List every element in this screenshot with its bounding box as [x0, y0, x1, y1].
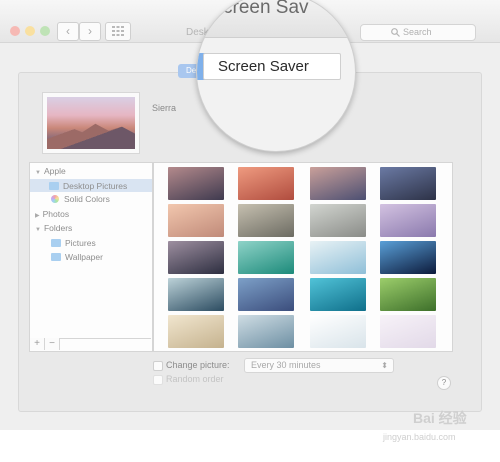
wallpaper-thumbnail[interactable] — [168, 167, 224, 200]
change-interval-select[interactable]: Every 30 minutes ⬍ — [244, 358, 394, 373]
random-order-checkbox[interactable] — [153, 375, 163, 385]
wallpaper-thumbnail[interactable] — [380, 315, 436, 348]
chevron-right-icon: › — [88, 24, 92, 38]
zoom-window-button[interactable] — [40, 26, 50, 36]
wallpaper-thumbnail[interactable] — [380, 241, 436, 274]
watermark: Bai 经验 jingyan.baidu.com — [383, 408, 495, 448]
wallpaper-thumbnail[interactable] — [380, 167, 436, 200]
wallpaper-thumbnail[interactable] — [168, 315, 224, 348]
interval-value: Every 30 minutes — [251, 360, 321, 370]
sidebar-item-folders[interactable]: ▼ Folders — [35, 223, 72, 233]
tab-screen-saver[interactable]: Screen Saver — [203, 53, 341, 80]
wallpaper-thumbnail[interactable] — [310, 241, 366, 274]
current-desktop-preview — [42, 92, 140, 154]
sidebar-item-photos[interactable]: ▶ Photos — [35, 209, 69, 219]
wallpaper-thumbnail[interactable] — [168, 241, 224, 274]
sidebar-item-desktop-pictures[interactable]: Desktop Pictures — [30, 179, 152, 192]
random-order-label: Random order — [166, 374, 224, 384]
wallpaper-thumbnail[interactable] — [168, 204, 224, 237]
disclosure-closed-icon: ▶ — [35, 213, 40, 219]
sidebar-item-pictures[interactable]: Pictures — [51, 238, 96, 248]
wallpaper-grid — [153, 162, 453, 352]
watermark-brand: Bai 经验 — [413, 410, 467, 426]
close-window-button[interactable] — [10, 26, 20, 36]
wallpaper-thumbnail[interactable] — [310, 315, 366, 348]
change-picture-checkbox[interactable] — [153, 361, 163, 371]
change-picture-label: Change picture: — [166, 360, 230, 370]
wallpaper-thumbnail[interactable] — [310, 278, 366, 311]
search-field[interactable]: Search — [360, 24, 476, 41]
chevron-left-icon: ‹ — [66, 24, 70, 38]
forward-button[interactable]: › — [79, 22, 101, 41]
search-placeholder: Search — [403, 27, 432, 37]
wallpaper-thumbnail[interactable] — [238, 204, 294, 237]
up-down-arrows-icon: ⬍ — [381, 361, 388, 370]
watermark-url: jingyan.baidu.com — [383, 432, 456, 442]
back-button[interactable]: ‹ — [57, 22, 79, 41]
help-button[interactable]: ? — [437, 376, 451, 390]
source-list: ▼ Apple Desktop Pictures Solid Colors ▶ Ph… — [29, 162, 153, 352]
wallpaper-thumbnail[interactable] — [380, 204, 436, 237]
grid-icon — [112, 26, 124, 36]
remove-folder-button[interactable]: − — [45, 338, 60, 350]
search-icon — [391, 28, 400, 37]
wallpaper-thumbnail[interactable] — [380, 278, 436, 311]
wallpaper-thumbnail[interactable] — [310, 204, 366, 237]
minimize-window-button[interactable] — [25, 26, 35, 36]
sierra-wallpaper-image — [47, 97, 135, 149]
wallpaper-thumbnail[interactable] — [238, 278, 294, 311]
sidebar-item-solid-colors[interactable]: Solid Colors — [51, 194, 110, 204]
sidebar-item-apple[interactable]: ▼ Apple — [35, 166, 66, 176]
wallpaper-thumbnail[interactable] — [168, 278, 224, 311]
add-folder-button[interactable]: + — [30, 338, 45, 350]
magnified-window-title: creen Sav — [223, 0, 309, 18]
folder-icon — [49, 182, 59, 190]
folder-icon — [51, 253, 61, 261]
wallpaper-thumbnail[interactable] — [310, 167, 366, 200]
wallpaper-thumbnail[interactable] — [238, 315, 294, 348]
wallpaper-thumbnail[interactable] — [238, 241, 294, 274]
sidebar-item-wallpaper[interactable]: Wallpaper — [51, 252, 103, 262]
disclosure-open-icon: ▼ — [35, 227, 41, 233]
folder-icon — [51, 239, 61, 247]
wallpaper-thumbnail[interactable] — [238, 167, 294, 200]
color-wheel-icon — [51, 195, 59, 203]
current-picture-name: Sierra — [152, 103, 177, 113]
disclosure-open-icon: ▼ — [35, 170, 41, 176]
show-all-button[interactable] — [105, 22, 131, 41]
